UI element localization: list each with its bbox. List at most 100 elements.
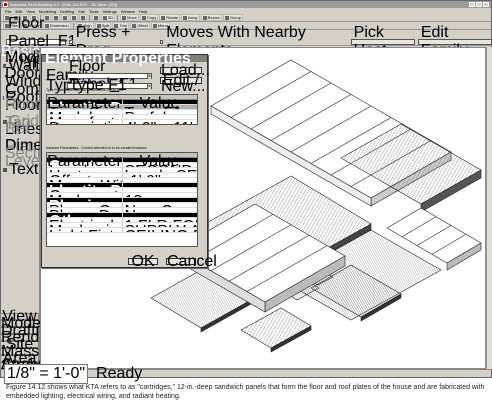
edit-family-button[interactable]: Edit Family: [417, 24, 492, 59]
options-bar: Floor Panel_F1 : Type F1 Press + Drag Mo…: [0, 15, 492, 68]
instance-params-note: Instance Parameters - Control selected o…: [46, 146, 147, 150]
minimize-icon[interactable]: [469, 2, 475, 7]
grid-row[interactable]: Description4'-0" x 11'-7": [47, 120, 198, 124]
param-name: Type Comments: [47, 105, 123, 109]
param-value: SECOND FLOOR: [123, 163, 198, 167]
param-value: 1 FLR FOR DUPLEX RECEPTACLE: [123, 218, 198, 222]
menu-item-window[interactable]: Window: [121, 9, 135, 14]
param-name: Phase Demolished: [47, 208, 123, 212]
view-3d-label: 3D: [108, 15, 114, 20]
toolbar-resize-label: Resize: [207, 15, 220, 20]
toolbar-array-label: Array: [188, 15, 198, 20]
menu-item-help[interactable]: Help: [139, 9, 147, 14]
type-params-note: Type Parameters: Control all elements of…: [46, 88, 124, 92]
param-name: Moves With Nearby Elements: [47, 178, 123, 182]
param-name: Light Fixtures: [47, 228, 123, 232]
param-name: Electrical components: [47, 218, 123, 222]
status-message: Ready: [96, 365, 143, 382]
toolbar-separator: [117, 14, 119, 21]
param-value: [123, 158, 198, 162]
menu-item-drafting[interactable]: Drafting: [60, 9, 74, 14]
param-value: [123, 100, 198, 104]
moves-with-checkbox[interactable]: [159, 39, 164, 44]
param-value: None: [123, 208, 198, 212]
toolbar-move-button[interactable]: Move: [120, 14, 139, 21]
param-value: [123, 213, 198, 217]
type-label: Type: [46, 77, 81, 94]
toolbar-group-button[interactable]: Group: [222, 14, 243, 21]
menu-item-settings[interactable]: Settings: [102, 9, 116, 14]
param-value: Type F1: [123, 105, 198, 109]
pick-host-button[interactable]: Pick Host: [350, 24, 415, 59]
param-value: New Construction: [123, 203, 198, 207]
window-title: Autodesk Revit Building 8.1 - [Glls_DO.R…: [10, 2, 118, 7]
text-icon: [3, 168, 7, 172]
menu-item-edit[interactable]: Edit: [15, 9, 22, 14]
param-name: Phasing: [47, 198, 123, 202]
col-value: Value: [122, 95, 197, 112]
param-value: Prefab: [123, 110, 198, 114]
param-name: Comments: [47, 188, 123, 192]
toolbar-copy-label: Copy: [146, 15, 157, 20]
col-parameter: Parameter: [47, 153, 122, 170]
redo-icon[interactable]: [79, 14, 87, 21]
param-value: 13: [123, 193, 198, 197]
param-name: Other: [47, 213, 123, 217]
menu-item-modelling[interactable]: Modelling: [39, 9, 56, 14]
type-rows: Identity DataType CommentsType F1ModelPr…: [47, 100, 198, 124]
param-value: CEILING FAN W/ LIGHT: [123, 228, 198, 232]
ok-button[interactable]: OK: [128, 254, 158, 270]
chevron-down-icon: ▼: [147, 83, 151, 89]
press-drag-checkbox[interactable]: [69, 39, 73, 44]
param-value: [123, 183, 198, 187]
param-value: Level : SECOND FLOOR: [123, 168, 198, 172]
revit-app-icon: [3, 2, 8, 7]
param-name: Phase Created: [47, 203, 123, 207]
param-name: Description: [47, 120, 123, 124]
close-icon[interactable]: [483, 2, 489, 7]
zoom-icon[interactable]: [92, 14, 100, 21]
instance-params-grid[interactable]: ParameterValue ConstraintsLevelSECOND FL…: [46, 152, 198, 247]
view-scale[interactable]: 1/8" = 1'-0": [4, 364, 89, 384]
param-value: -1' 9": [123, 173, 198, 177]
design-bar-items: ModifyWallDoorWindowComponentRoofFloorRo…: [0, 49, 88, 178]
param-value: SUPPLY AIR DUCT AND SUPPLY AI: [123, 223, 198, 227]
param-name: Model: [47, 110, 123, 114]
toolbar-array-button[interactable]: Array: [181, 14, 200, 21]
type-params-grid[interactable]: ParameterValue Identity DataType Comment…: [46, 94, 198, 125]
menu-item-tools[interactable]: Tools: [89, 9, 98, 14]
param-value: 4'-0" x 11'-7": [123, 120, 198, 124]
toolbar-rotate-button[interactable]: Rotate: [159, 14, 181, 21]
param-name: Level: [47, 163, 123, 167]
cancel-button[interactable]: Cancel: [166, 254, 217, 270]
toolbar-copy-button[interactable]: Copy: [139, 14, 159, 21]
design-bar-item-label: Text: [9, 161, 39, 178]
grid-row[interactable]: Light FixturesCEILING FAN W/ LIGHT: [47, 228, 197, 233]
type-value: Type F1: [69, 77, 127, 94]
edit-new-button[interactable]: Edit / New...: [160, 73, 205, 95]
element-properties-dialog: Element Properties Family Floor Panel_F1…: [41, 50, 217, 270]
vertical-scrollbar[interactable]: [486, 47, 492, 369]
param-value: [123, 115, 198, 119]
design-bar-item-text[interactable]: Text: [0, 161, 39, 178]
design-bar-tabs: View Modelling Drafting Rendering Site Massin…: [0, 309, 75, 374]
window-controls: [469, 2, 491, 7]
instance-rows: ConstraintsLevelSECOND FLOORHostLevel : …: [47, 158, 197, 233]
page: Autodesk Revit Building 8.1 - [Glls_DO.R…: [0, 0, 492, 417]
menu-item-site[interactable]: Site: [78, 9, 85, 14]
status-bar: 1/8" = 1'-0" Ready: [0, 364, 492, 384]
toolbar-move-label: Move: [127, 15, 137, 20]
title-bar: Autodesk Revit Building 8.1 - [Glls_DO.R…: [1, 1, 491, 8]
param-name: Identity Data: [47, 183, 123, 187]
col-parameter: Parameter: [47, 95, 122, 112]
maximize-icon[interactable]: [476, 2, 482, 7]
param-name: Identity Data: [47, 100, 123, 104]
toolbar-resize-button[interactable]: Resize: [200, 14, 222, 21]
view-3d-button[interactable]: 3D: [101, 14, 116, 21]
param-value: [123, 178, 198, 182]
param-name: Constraints: [47, 158, 123, 162]
menu-item-view[interactable]: View: [26, 9, 35, 14]
menu-item-file[interactable]: File: [5, 9, 11, 14]
toolbar-group-label: Group: [229, 15, 241, 20]
toolbar-separator: [89, 14, 90, 21]
